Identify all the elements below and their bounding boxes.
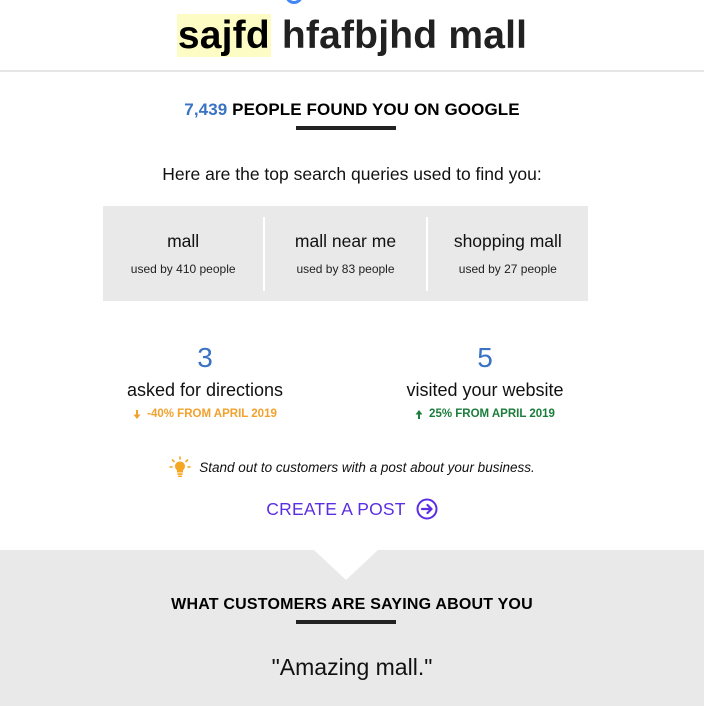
directions-count: 3 bbox=[197, 342, 213, 373]
create-post-label: CREATE A POST bbox=[266, 498, 406, 519]
query-item: mall used by 410 people bbox=[103, 217, 263, 291]
directions-label: asked for directions bbox=[126, 380, 284, 400]
create-post-button[interactable]: CREATE A POST bbox=[0, 498, 704, 520]
section-notch bbox=[314, 550, 378, 580]
directions-stat: 3 asked for directions -40% FROM APRIL 2… bbox=[85, 340, 325, 420]
business-name: sajfd hfafbjhd mall bbox=[0, 10, 704, 62]
post-tip-text: Stand out to customers with a post about… bbox=[199, 459, 535, 475]
arrow-right-circle-icon bbox=[416, 498, 438, 520]
query-usage: used by 410 people bbox=[130, 262, 236, 276]
google-logo-fragment bbox=[285, 0, 303, 4]
reviews-heading-underline bbox=[296, 620, 396, 624]
query-label: mall near me bbox=[294, 231, 397, 251]
arrow-up-icon bbox=[415, 409, 423, 419]
lightbulb-icon bbox=[169, 456, 192, 477]
heading-underline bbox=[296, 126, 396, 130]
directions-change-text: -40% FROM APRIL 2019 bbox=[147, 408, 277, 420]
business-name-rest: hfafbjhd mall bbox=[270, 14, 528, 57]
header-divider bbox=[0, 70, 704, 72]
website-change: 25% FROM APRIL 2019 bbox=[365, 408, 605, 420]
website-visits-label: visited your website bbox=[406, 380, 564, 400]
query-label: shopping mall bbox=[453, 231, 562, 251]
business-name-highlight: sajfd bbox=[176, 14, 271, 57]
reviews-heading: WHAT CUSTOMERS ARE SAYING ABOUT YOU bbox=[171, 596, 533, 613]
arrow-down-icon bbox=[133, 409, 141, 419]
review-quote: "Amazing mall." bbox=[271, 654, 433, 680]
website-stat: 5 visited your website 25% FROM APRIL 20… bbox=[365, 340, 605, 420]
query-usage: used by 83 people bbox=[296, 262, 395, 276]
directions-change: -40% FROM APRIL 2019 bbox=[85, 408, 325, 420]
queries-intro: Here are the top search queries used to … bbox=[162, 164, 542, 184]
website-change-text: 25% FROM APRIL 2019 bbox=[429, 408, 555, 420]
website-visits-count: 5 bbox=[477, 342, 493, 373]
people-found-text: PEOPLE FOUND YOU ON GOOGLE bbox=[232, 100, 520, 119]
query-label: mall bbox=[167, 231, 200, 251]
query-item: mall near me used by 83 people bbox=[263, 216, 425, 291]
query-item: shopping mall used by 27 people bbox=[425, 216, 588, 291]
search-queries-panel: mall used by 410 people mall near me use… bbox=[103, 206, 588, 301]
post-tip: Stand out to customers with a post about… bbox=[0, 456, 704, 478]
people-found-count: 7,439 bbox=[184, 100, 228, 119]
query-usage: used by 27 people bbox=[458, 262, 557, 276]
people-found-heading: 7,439 PEOPLE FOUND YOU ON GOOGLE bbox=[0, 100, 704, 120]
